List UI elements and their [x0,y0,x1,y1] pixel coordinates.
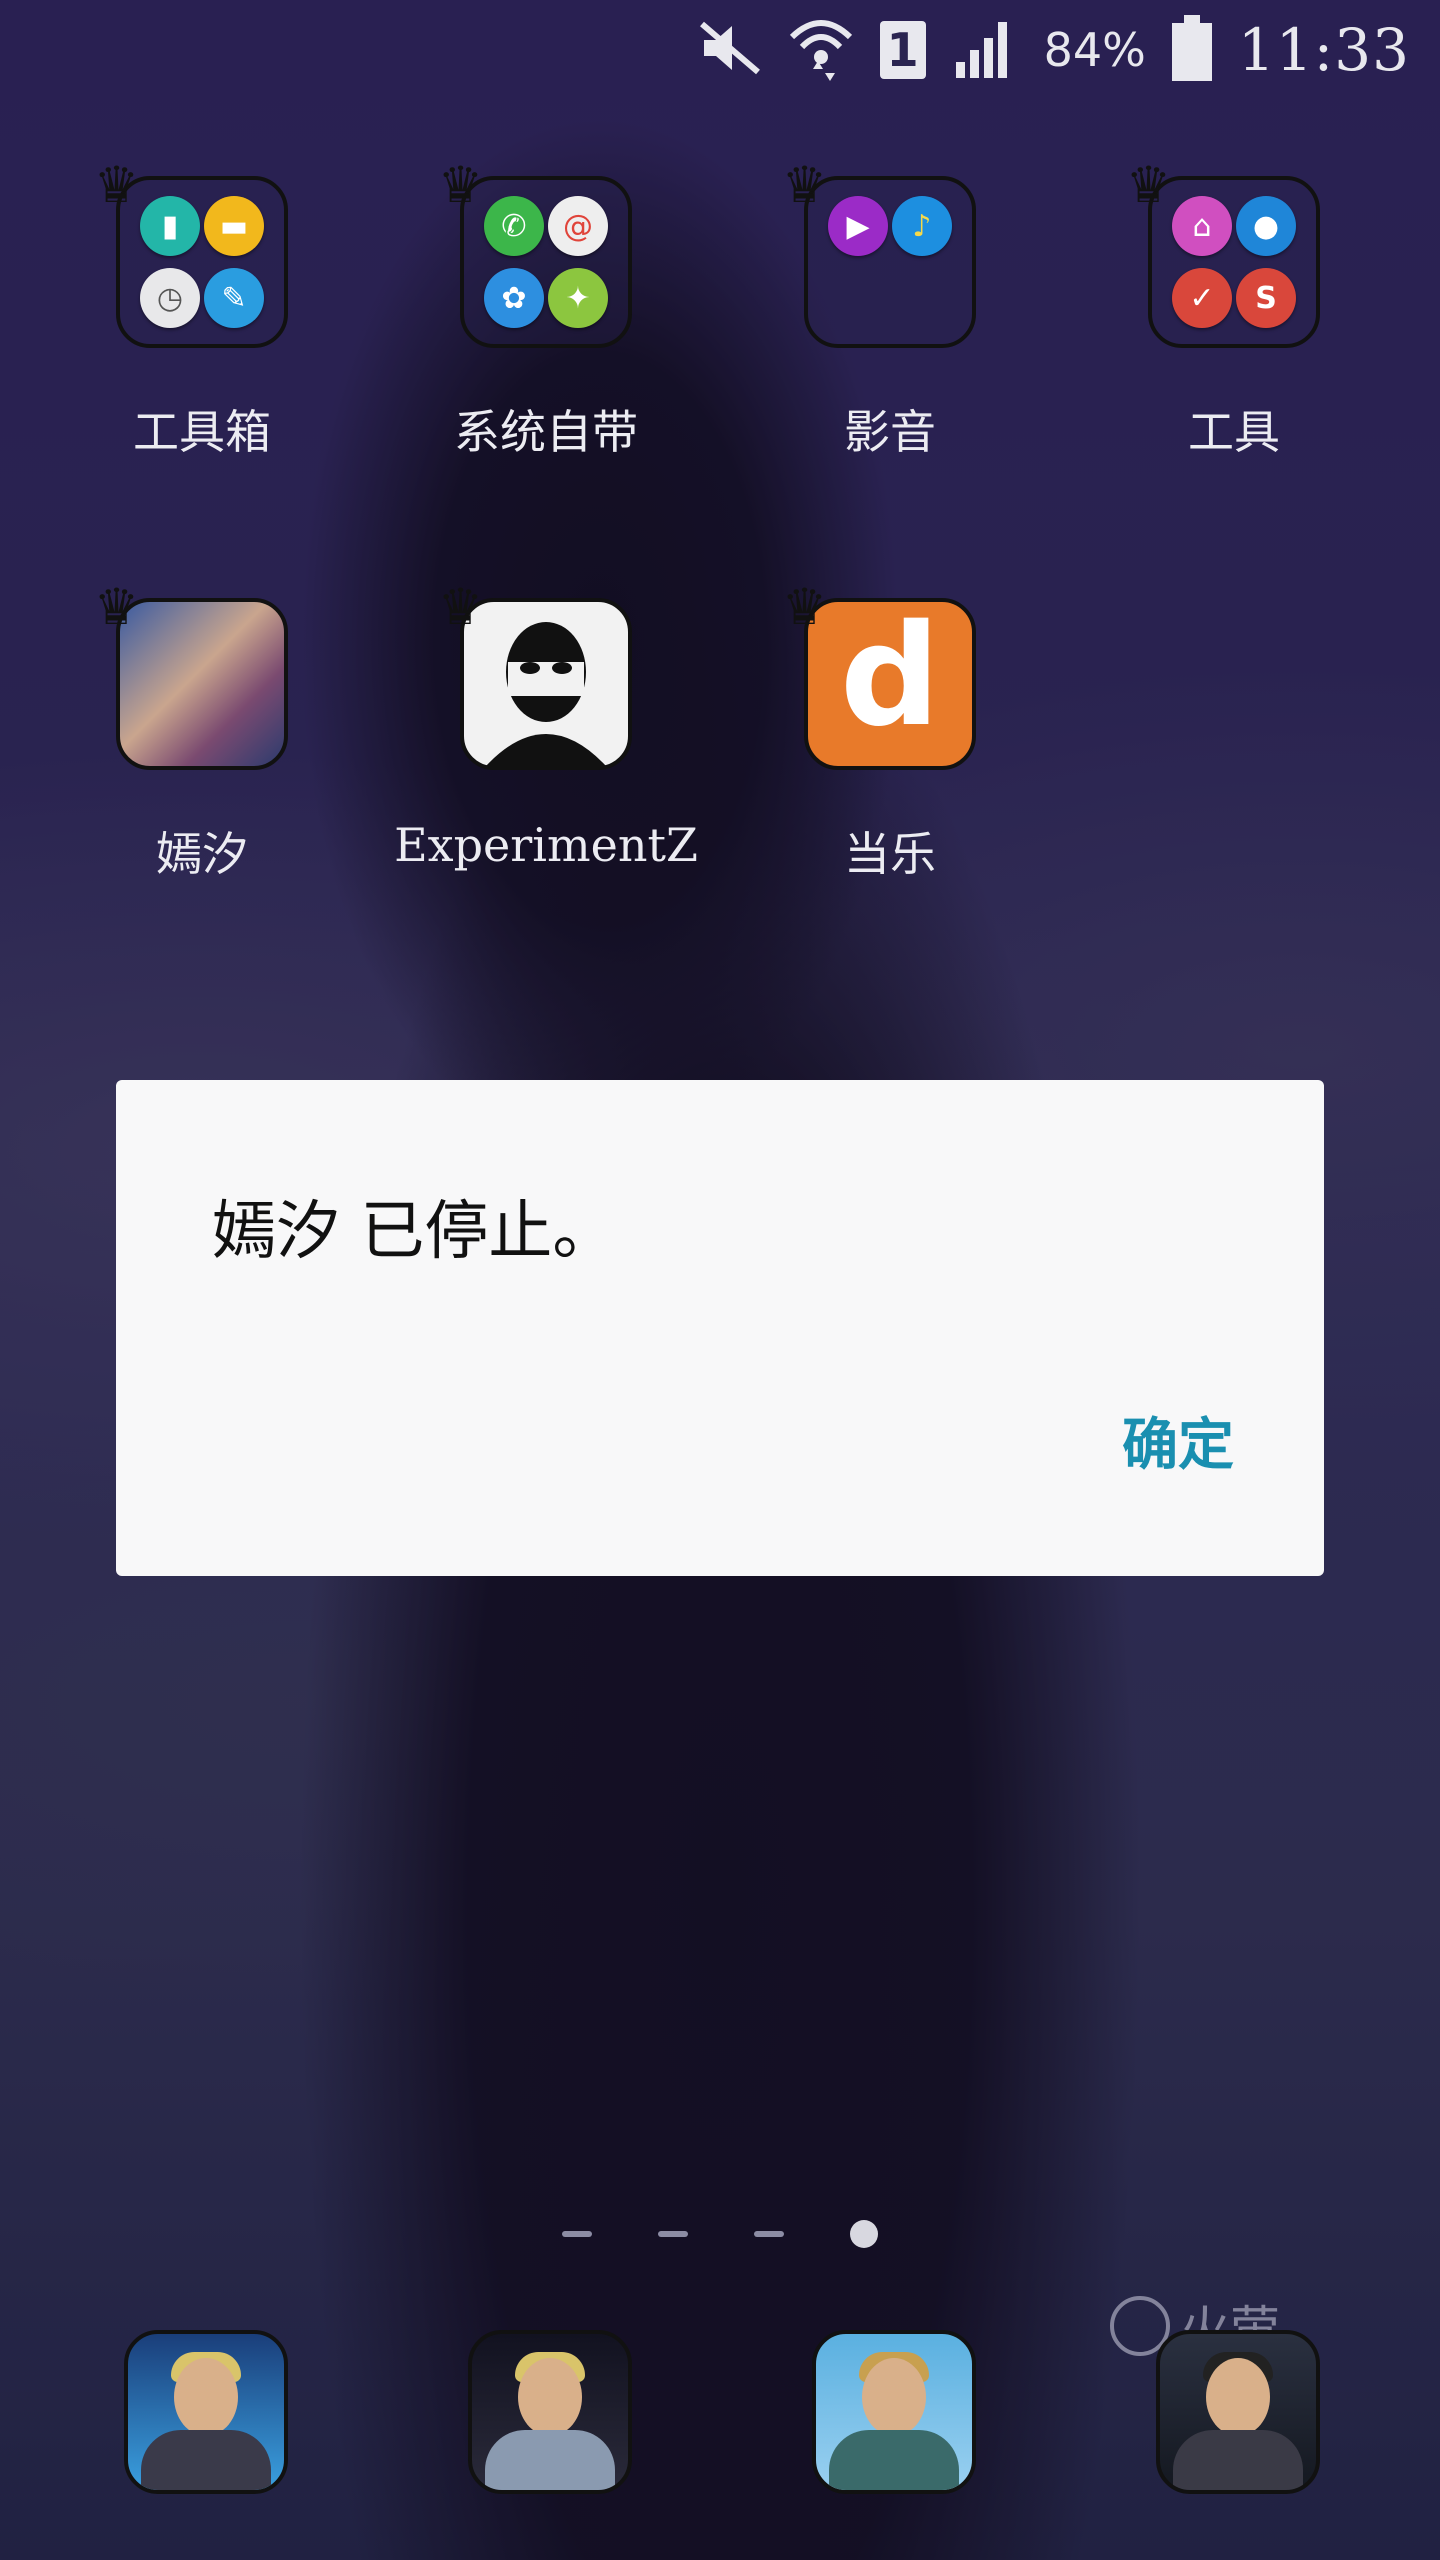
wrench-icon: ✎ [204,268,264,328]
folder-tools[interactable]: ♛ ⌂ ● ✓ S 工具 [1084,160,1384,462]
folder-label: 影音 [844,405,936,459]
folder-system[interactable]: ♛ ✆ @ ✿ ✦ 系统自带 [396,160,696,462]
app-yanxi[interactable]: ♛ 嫣汐 [52,582,352,884]
phone-icon: ✆ [484,196,544,256]
dock-app-3[interactable] [744,2330,1044,2494]
wifi-icon [788,13,854,87]
video-icon: ▶ [828,196,888,256]
page-dot-3[interactable] [754,2231,784,2237]
voice-icon: ● [1236,196,1296,256]
folder-label: 工具箱 [133,405,271,459]
anime-art-icon: ♛ [94,582,288,770]
music-icon: ♪ [892,196,952,256]
crown-icon: ♛ [782,156,827,214]
app-label: 当乐 [844,827,936,881]
dock [0,2330,1440,2530]
app-experimentz[interactable]: ♛ ExperimentZ [394,582,698,872]
store-icon: ⌂ [1172,196,1232,256]
page-indicator [0,2220,1440,2248]
files-icon: ▬ [204,196,264,256]
dock-app-1[interactable] [56,2330,356,2494]
folder-icon: ♛ ✆ @ ✿ ✦ [438,160,632,348]
crown-icon: ♛ [94,156,139,214]
app-dangle[interactable]: ♛ d 当乐 [740,582,1040,884]
clock: 11:33 [1237,16,1410,84]
ok-button[interactable]: 确定 [1122,1400,1234,1481]
folder-icon: ♛ ▮ ▬ ◷ ✎ [94,160,288,348]
crown-icon: ♛ [94,578,139,636]
dock-app-4[interactable] [1088,2330,1388,2494]
sim-icon: 1 [879,21,926,79]
health-icon: ✦ [548,268,608,328]
page-dot-current[interactable] [850,2220,878,2248]
folder-label: 工具 [1188,405,1280,459]
signal-icon [952,16,1018,84]
memo-icon: ✓ [1172,268,1232,328]
battery-percent: 84% [1043,23,1146,77]
dock-app-2[interactable] [400,2330,700,2494]
app-label: 嫣汐 [156,827,248,881]
app-label: ExperimentZ [394,818,698,872]
crown-icon: ♛ [782,578,827,636]
masked-face-icon: ♛ [438,582,632,770]
status-bar: 1 84% 11:33 [0,0,1440,100]
s-app-icon: S [1236,268,1296,328]
folder-icon: ♛ ▶ ♪ [782,160,976,348]
photo-icon [124,2330,288,2494]
photo-icon [812,2330,976,2494]
recorder-icon: ▮ [140,196,200,256]
folder-icon: ♛ ⌂ ● ✓ S [1126,160,1320,348]
folder-toolbox[interactable]: ♛ ▮ ▬ ◷ ✎ 工具箱 [52,160,352,462]
mute-icon [698,18,762,82]
photo-icon [1156,2330,1320,2494]
dangle-d-icon: ♛ d [782,582,976,770]
photo-icon [468,2330,632,2494]
page-dot-2[interactable] [658,2231,688,2237]
clock-icon: ◷ [140,268,200,328]
email-icon: @ [548,196,608,256]
crown-icon: ♛ [438,156,483,214]
folder-label: 系统自带 [454,405,638,459]
app-stopped-dialog: 嫣汐 已停止。 确定 [116,1080,1324,1576]
page-dot-1[interactable] [562,2231,592,2237]
dialog-message: 嫣汐 已停止。 [212,1195,617,1269]
gallery-icon: ✿ [484,268,544,328]
crown-icon: ♛ [1126,156,1171,214]
battery-icon [1171,15,1212,85]
folder-media[interactable]: ♛ ▶ ♪ 影音 [740,160,1040,462]
